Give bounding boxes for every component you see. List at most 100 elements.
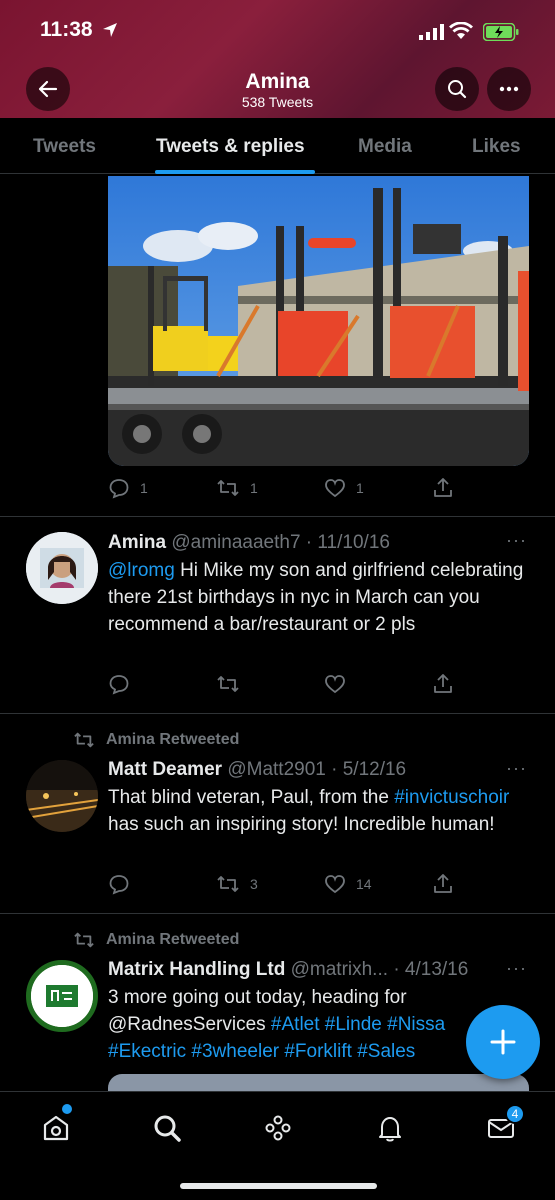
avatar[interactable]	[26, 960, 98, 1032]
like-count: 1	[356, 480, 364, 496]
tweet-more-button[interactable]: ···	[506, 958, 527, 979]
like-icon	[325, 479, 345, 498]
tweet-header: Amina @aminaaaeth7 · 11/10/16	[108, 532, 390, 554]
nav-messages[interactable]: 4	[483, 1104, 525, 1146]
avatar[interactable]	[26, 760, 98, 832]
tab-media[interactable]: Media	[358, 136, 412, 158]
like-action[interactable]: 14	[324, 873, 372, 895]
amina-avatar-photo	[26, 532, 98, 604]
tweet-more-button[interactable]: ···	[506, 758, 527, 779]
tweet-text: 3 more going out today, heading for @Rad…	[108, 984, 468, 1038]
tweet-actions-top: 1 1 1	[108, 477, 452, 501]
retweet-action[interactable]: 3	[216, 873, 258, 895]
wifi-icon	[449, 22, 473, 39]
like-action[interactable]	[324, 673, 346, 695]
tweet-text-after: has such an inspiring story! Incredible …	[108, 814, 495, 835]
author-name[interactable]: Matrix Handling Ltd	[108, 959, 285, 980]
share-icon	[434, 874, 452, 893]
divider	[0, 913, 555, 914]
tab-tweets[interactable]: Tweets	[33, 136, 96, 158]
retweet-context[interactable]: Amina Retweeted	[72, 930, 239, 950]
cellular-signal-icon	[419, 24, 444, 40]
share-icon	[434, 478, 452, 497]
tweet-more-button[interactable]: ···	[506, 530, 527, 551]
reply-icon	[109, 479, 129, 499]
tweet-actions	[108, 673, 452, 697]
share-icon	[434, 674, 452, 693]
tab-likes[interactable]: Likes	[472, 136, 521, 158]
tweet-actions: 3 14	[108, 873, 452, 897]
share-action[interactable]	[432, 477, 454, 499]
author-name[interactable]: Amina	[108, 532, 166, 553]
compose-tweet-button[interactable]	[466, 1005, 540, 1079]
like-action[interactable]: 1	[324, 477, 364, 499]
tweet-date: · 5/12/16	[331, 759, 407, 780]
spaces-icon	[265, 1115, 291, 1141]
hashtag-link[interactable]: #invictuschoir	[394, 787, 509, 808]
share-action[interactable]	[432, 873, 454, 895]
profile-header: 11:38 Amina 538 Tweets	[0, 0, 555, 118]
retweet-count: 3	[250, 876, 258, 892]
location-arrow-icon	[103, 23, 117, 37]
mention-link[interactable]: @lromg	[108, 560, 175, 581]
tweet-date: · 11/10/16	[305, 532, 390, 553]
active-tab-indicator	[155, 170, 315, 174]
retweet-context[interactable]: Amina Retweeted	[72, 730, 239, 750]
nav-explore[interactable]	[149, 1110, 185, 1146]
reply-action[interactable]: 1	[108, 477, 148, 499]
nav-home[interactable]	[38, 1104, 74, 1146]
nav-notifications[interactable]	[372, 1110, 408, 1146]
reply-count: 1	[140, 480, 148, 496]
tweet-text-before: That blind veteran, Paul, from the	[108, 787, 389, 808]
retweet-action[interactable]: 1	[216, 477, 258, 499]
reply-action[interactable]	[108, 873, 130, 895]
hashtags-line-2[interactable]: #Ekectric #3wheeler #Forklift #Sales	[108, 1041, 415, 1062]
home-indicator[interactable]	[180, 1183, 377, 1189]
like-icon	[325, 675, 345, 694]
like-count: 14	[356, 876, 372, 892]
hashtags-line-1[interactable]: #Atlet #Linde #Nissa	[271, 1014, 445, 1035]
reply-icon	[109, 675, 129, 695]
messages-badge: 4	[505, 1104, 525, 1124]
retweet-action[interactable]	[216, 673, 240, 695]
tab-tweets-replies[interactable]: Tweets & replies	[156, 136, 305, 158]
tweet-header: Matrix Handling Ltd @matrixh... · 4/13/1…	[108, 959, 468, 981]
home-notification-dot	[62, 1104, 72, 1114]
nav-spaces[interactable]	[260, 1110, 296, 1146]
more-button[interactable]	[487, 67, 531, 111]
retweet-icon	[217, 676, 239, 692]
battery-charging-icon	[483, 23, 519, 41]
reply-action[interactable]	[108, 673, 130, 695]
explore-icon	[154, 1115, 181, 1142]
share-action[interactable]	[432, 673, 454, 695]
author-name[interactable]: Matt Deamer	[108, 759, 222, 780]
tweet-text: @lromg Hi Mike my son and girlfriend cel…	[108, 557, 528, 638]
compose-plus-icon	[490, 1029, 516, 1055]
retweet-icon	[217, 480, 239, 496]
home-icon	[43, 1115, 69, 1141]
like-icon	[325, 875, 345, 894]
divider	[0, 713, 555, 714]
profile-tabs: Tweets Tweets & replies Media Likes	[0, 118, 555, 174]
matt-avatar-photo	[26, 760, 98, 832]
tweet-text: That blind veteran, Paul, from the #invi…	[108, 784, 528, 838]
search-icon	[448, 80, 467, 99]
retweeted-by-label: Amina Retweeted	[106, 931, 240, 948]
tweet-media-image[interactable]	[108, 176, 529, 466]
status-time: 11:38	[40, 18, 93, 41]
author-handle[interactable]: @aminaaaeth7	[171, 532, 300, 553]
tweet-media-image[interactable]	[108, 1074, 529, 1091]
profile-screen: 11:38 Amina 538 Tweets Tweets Tweets & r…	[0, 0, 555, 1200]
forklift-truck-photo	[108, 176, 529, 466]
tweet-header: Matt Deamer @Matt2901 · 5/12/16	[108, 759, 406, 781]
notifications-icon	[379, 1117, 401, 1142]
tweet-date: · 4/13/16	[393, 959, 469, 980]
search-button[interactable]	[435, 67, 479, 111]
author-handle[interactable]: @Matt2901	[227, 759, 326, 780]
retweet-icon	[74, 932, 94, 948]
avatar[interactable]	[26, 532, 98, 604]
status-bar: 11:38	[0, 18, 555, 48]
retweet-count: 1	[250, 480, 258, 496]
tweet-text-line-3: #Ekectric #3wheeler #Forklift #Sales	[108, 1038, 528, 1065]
author-handle[interactable]: @matrixh...	[291, 959, 388, 980]
